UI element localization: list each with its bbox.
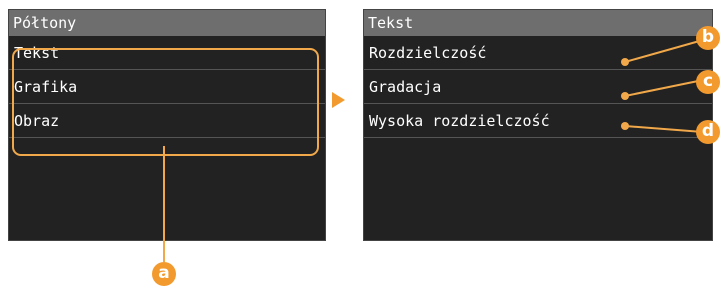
callout-badge-a: a	[152, 262, 176, 286]
callout-badge-c: c	[696, 70, 720, 94]
screen-title: Półtony	[9, 10, 325, 36]
menu-item-resolution[interactable]: Rozdzielczość	[364, 36, 712, 70]
callout-badge-b: b	[696, 26, 720, 50]
callout-dot-b	[621, 58, 629, 66]
callout-dot-c	[621, 92, 629, 100]
callout-badge-d: d	[696, 120, 720, 144]
items-highlight-frame	[12, 48, 319, 156]
callout-dot-d	[621, 122, 629, 130]
play-arrow-icon	[332, 92, 345, 108]
screen-title: Tekst	[364, 10, 712, 36]
text-screen: Tekst Rozdzielczość Gradacja Wysoka rozd…	[363, 9, 713, 241]
text-menu: Rozdzielczość Gradacja Wysoka rozdzielcz…	[364, 36, 712, 138]
halftones-screen: Półtony Tekst Grafika Obraz	[8, 9, 326, 241]
menu-item-high-resolution[interactable]: Wysoka rozdzielczość	[364, 104, 712, 138]
menu-item-gradation[interactable]: Gradacja	[364, 70, 712, 104]
